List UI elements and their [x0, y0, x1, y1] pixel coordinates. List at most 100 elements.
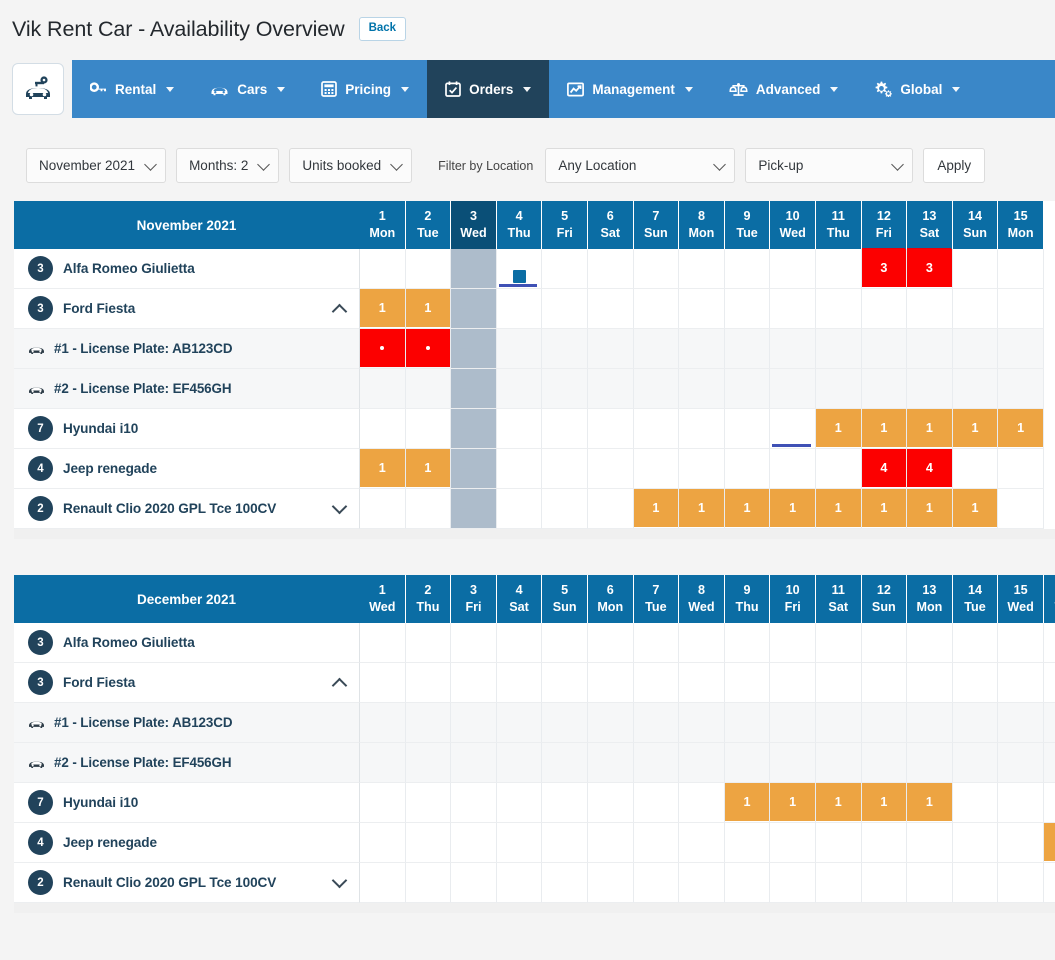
availability-cell[interactable]: [406, 743, 452, 783]
availability-cell[interactable]: [497, 449, 543, 489]
availability-cell[interactable]: [542, 783, 588, 823]
availability-cell[interactable]: [725, 743, 771, 783]
availability-cell[interactable]: [497, 783, 543, 823]
availability-cell[interactable]: [998, 863, 1044, 903]
availability-cell[interactable]: [816, 663, 862, 703]
availability-cell[interactable]: [406, 663, 452, 703]
vehicle-label-cell[interactable]: 3Alfa Romeo Giulietta: [14, 623, 360, 663]
availability-cell[interactable]: [542, 489, 588, 529]
day-header-4[interactable]: 4Thu: [497, 201, 543, 249]
availability-cell[interactable]: [679, 703, 725, 743]
view-mode-select[interactable]: Units booked: [289, 148, 412, 183]
availability-cell[interactable]: [451, 289, 497, 329]
availability-cell[interactable]: [542, 623, 588, 663]
day-header-6[interactable]: 6Mon: [588, 575, 634, 623]
units-booked-marker[interactable]: 1: [953, 409, 998, 447]
availability-cell[interactable]: [998, 489, 1044, 529]
day-header-6[interactable]: 6Sat: [588, 201, 634, 249]
availability-cell[interactable]: [953, 289, 999, 329]
availability-cell[interactable]: [634, 449, 680, 489]
availability-cell[interactable]: [497, 329, 543, 369]
availability-cell[interactable]: [634, 823, 680, 863]
unit-label-cell[interactable]: #1 - License Plate: AB123CD: [14, 329, 360, 369]
availability-cell[interactable]: [360, 863, 406, 903]
availability-cell[interactable]: 1: [907, 409, 953, 449]
availability-cell[interactable]: 3: [862, 249, 908, 289]
availability-cell[interactable]: [953, 369, 999, 409]
location-select[interactable]: Any Location: [545, 148, 735, 183]
availability-cell[interactable]: [588, 289, 634, 329]
apply-button[interactable]: Apply: [923, 148, 985, 183]
availability-cell[interactable]: [497, 663, 543, 703]
availability-cell[interactable]: [770, 449, 816, 489]
availability-cell[interactable]: [634, 289, 680, 329]
units-booked-marker[interactable]: 1: [816, 409, 861, 447]
availability-cell[interactable]: [451, 743, 497, 783]
fully-booked-marker[interactable]: 3: [907, 249, 952, 287]
availability-cell[interactable]: [588, 863, 634, 903]
availability-cell[interactable]: [679, 743, 725, 783]
availability-cell[interactable]: [998, 369, 1044, 409]
availability-cell[interactable]: [1044, 743, 1055, 783]
day-header-15[interactable]: 15Wed: [998, 575, 1044, 623]
availability-cell[interactable]: [679, 623, 725, 663]
availability-cell[interactable]: 1: [953, 409, 999, 449]
availability-cell[interactable]: 1: [816, 783, 862, 823]
availability-cell[interactable]: [816, 743, 862, 783]
availability-cell[interactable]: [953, 249, 999, 289]
availability-cell[interactable]: [588, 409, 634, 449]
units-booked-marker[interactable]: 1: [953, 489, 998, 527]
availability-cell[interactable]: [588, 703, 634, 743]
availability-cell[interactable]: 1: [406, 289, 452, 329]
nav-item-pricing[interactable]: Pricing: [303, 60, 427, 118]
availability-cell[interactable]: [679, 329, 725, 369]
availability-cell[interactable]: [998, 289, 1044, 329]
availability-cell[interactable]: [497, 703, 543, 743]
availability-cell[interactable]: [816, 329, 862, 369]
availability-cell[interactable]: [634, 743, 680, 783]
availability-cell[interactable]: [770, 249, 816, 289]
availability-cell[interactable]: [907, 289, 953, 329]
availability-cell[interactable]: [634, 329, 680, 369]
availability-cell[interactable]: [953, 663, 999, 703]
availability-cell[interactable]: [725, 703, 771, 743]
availability-cell[interactable]: [679, 823, 725, 863]
availability-cell[interactable]: [451, 703, 497, 743]
availability-cell[interactable]: [1044, 863, 1055, 903]
availability-cell[interactable]: [451, 623, 497, 663]
availability-cell[interactable]: [770, 863, 816, 903]
availability-cell[interactable]: [770, 369, 816, 409]
unit-label-cell[interactable]: #1 - License Plate: AB123CD: [14, 703, 360, 743]
availability-cell[interactable]: [816, 449, 862, 489]
availability-cell[interactable]: 1: [907, 783, 953, 823]
availability-cell[interactable]: 3: [907, 249, 953, 289]
unit-label-cell[interactable]: #2 - License Plate: EF456GH: [14, 743, 360, 783]
availability-cell[interactable]: 1: [862, 489, 908, 529]
availability-cell[interactable]: [406, 369, 452, 409]
chevron-down-icon[interactable]: [332, 872, 348, 888]
day-header-16[interactable]: 16Thu: [1044, 575, 1055, 623]
availability-cell[interactable]: 1: [953, 489, 999, 529]
availability-cell[interactable]: [588, 663, 634, 703]
availability-cell[interactable]: 1: [998, 409, 1044, 449]
availability-cell[interactable]: [588, 623, 634, 663]
availability-cell[interactable]: [816, 369, 862, 409]
availability-cell[interactable]: [862, 663, 908, 703]
availability-cell[interactable]: [451, 329, 497, 369]
nav-item-orders[interactable]: Orders: [427, 60, 549, 118]
vehicle-label-cell[interactable]: 2Renault Clio 2020 GPL Tce 100CV: [14, 863, 360, 903]
availability-cell[interactable]: [770, 409, 816, 449]
availability-cell[interactable]: 1: [1044, 823, 1055, 863]
day-header-3[interactable]: 3Wed: [451, 201, 497, 249]
availability-cell[interactable]: [907, 863, 953, 903]
availability-cell[interactable]: [862, 703, 908, 743]
units-booked-marker[interactable]: 1: [816, 489, 861, 527]
chevron-down-icon[interactable]: [332, 498, 348, 514]
day-header-1[interactable]: 1Wed: [360, 575, 406, 623]
availability-cell[interactable]: [770, 743, 816, 783]
units-booked-marker[interactable]: 1: [725, 783, 770, 821]
day-header-13[interactable]: 13Sat: [907, 201, 953, 249]
availability-cell[interactable]: [497, 743, 543, 783]
day-header-5[interactable]: 5Fri: [542, 201, 588, 249]
availability-cell[interactable]: [406, 783, 452, 823]
